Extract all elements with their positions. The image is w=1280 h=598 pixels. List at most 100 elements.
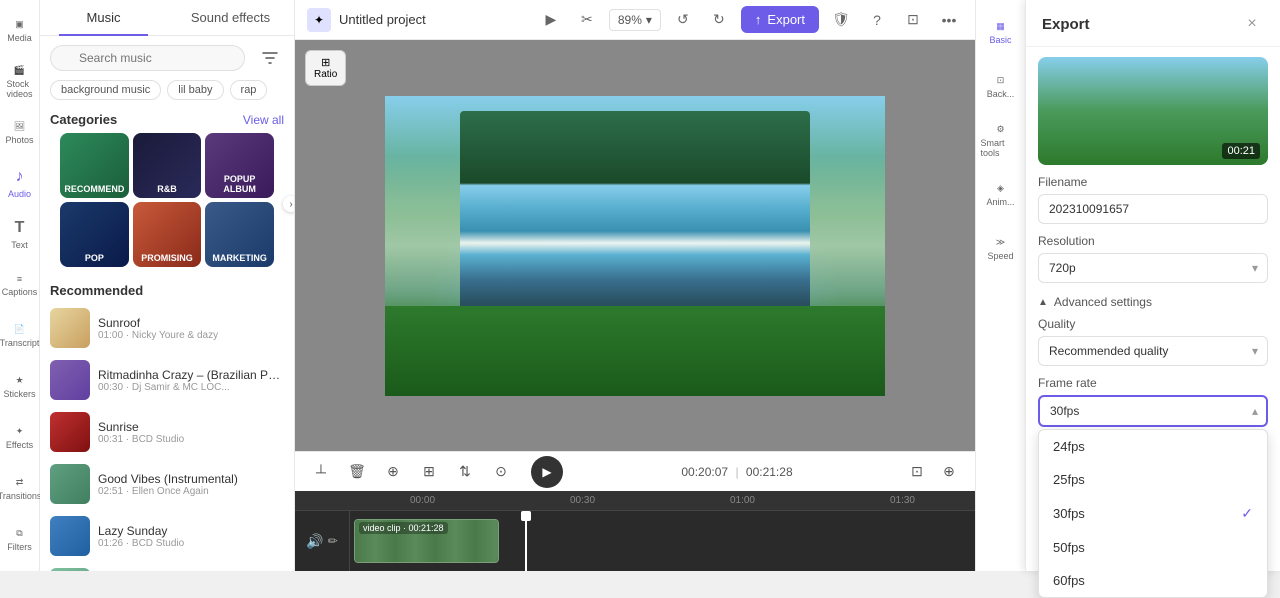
play-button-top[interactable]: ▶ <box>537 6 565 34</box>
project-icon: ✦ <box>307 8 331 32</box>
clip-button[interactable]: ✂ <box>573 6 601 34</box>
play-pause-button[interactable]: ▶ <box>531 456 563 488</box>
shield-icon[interactable]: 🛡 <box>827 6 855 34</box>
share-icon[interactable]: ⊡ <box>899 6 927 34</box>
export-button[interactable]: ↑ Export <box>741 6 819 33</box>
sidebar-item-filters[interactable]: ⧉ Filters <box>2 516 38 563</box>
resolution-label: Resolution <box>1038 234 1268 248</box>
track-name-2: Ritmadinha Crazy – (Brazilian Phonk) <box>98 368 284 382</box>
ruler-mark-3: 01:30 <box>890 495 915 506</box>
bottom-right-actions: ⊡ ⊕ <box>903 458 963 486</box>
track-trap-mafia[interactable]: Trap Mafia <box>40 562 294 571</box>
fps-option-25[interactable]: 25fps <box>1039 463 1267 496</box>
sidebar-item-transitions[interactable]: ⇄ Transitions <box>2 465 38 512</box>
track-lazy-sunday[interactable]: Lazy Sunday 01:26 · BCD Studio <box>40 510 294 562</box>
crop-button[interactable]: ⊞ <box>415 458 443 486</box>
tag-lil-baby[interactable]: lil baby <box>167 80 223 100</box>
track-sunroof[interactable]: Sunroof 01:00 · Nicky Youre & dazy <box>40 302 294 354</box>
edit-clip-button[interactable]: ✏ <box>328 534 338 548</box>
filters-icon: ⧉ <box>16 528 22 539</box>
view-all-link[interactable]: View all <box>243 113 284 127</box>
track-thumb-4 <box>50 464 90 504</box>
tag-row: background music lil baby rap <box>40 80 294 108</box>
sidebar-right-basic[interactable]: ▦ Basic <box>981 8 1021 58</box>
search-wrapper: 🔍 <box>50 45 250 71</box>
track-ritmadinha[interactable]: Ritmadinha Crazy – (Brazilian Phonk) 00:… <box>40 354 294 406</box>
mute-button[interactable]: 🔊 <box>306 533 323 550</box>
framerate-label: Frame rate <box>1038 376 1268 390</box>
sidebar-item-transcript[interactable]: 📄 Transcript <box>2 313 38 360</box>
track-thumb-3 <box>50 412 90 452</box>
help-icon[interactable]: ? <box>863 6 891 34</box>
sidebar-item-stock[interactable]: 🎬 Stockvideos <box>2 59 38 106</box>
track-sunrise[interactable]: Sunrise 00:31 · BCD Studio <box>40 406 294 458</box>
preview-duration: 00:21 <box>1222 143 1260 159</box>
category-recommend[interactable]: RECOMMEND <box>60 133 129 198</box>
category-promising[interactable]: PROMISING <box>133 202 202 267</box>
sidebar-item-audio[interactable]: ♪ Audio <box>2 160 38 207</box>
sidebar-right-anim[interactable]: ◈ Anim... <box>981 170 1021 220</box>
video-frame <box>385 96 885 396</box>
fps-option-30[interactable]: 30fps ✓ <box>1039 496 1267 531</box>
sidebar-item-captions[interactable]: ≡ Captions <box>2 262 38 309</box>
track-name-1: Sunroof <box>98 316 284 330</box>
categories-next-btn[interactable]: › <box>283 196 295 212</box>
sidebar-right-smart[interactable]: ⚙ Smart tools <box>981 116 1021 166</box>
filter-button[interactable] <box>256 44 284 72</box>
track-name-3: Sunrise <box>98 420 284 434</box>
framerate-field: Frame rate 30fps ▴ 24fps 25fps 30fps ✓ 5 <box>1026 376 1280 433</box>
category-label-rb: R&B <box>133 180 202 198</box>
filename-input[interactable] <box>1038 194 1268 224</box>
sidebar-item-text[interactable]: T Text <box>2 211 38 258</box>
project-name: Untitled project <box>339 12 529 27</box>
search-input[interactable] <box>50 45 245 71</box>
category-popup[interactable]: POPUP ALBUM <box>205 133 274 198</box>
sidebar-item-effects[interactable]: ✦ Effects <box>2 415 38 462</box>
canvas-area: ⊞ Ratio <box>295 40 975 451</box>
delete-button[interactable]: 🗑 <box>343 458 371 486</box>
video-clip[interactable]: video clip · 00:21:28 <box>354 519 499 563</box>
split-button[interactable]: ⊕ <box>379 458 407 486</box>
fps-option-50[interactable]: 50fps <box>1039 531 1267 564</box>
fps-option-60[interactable]: 60fps <box>1039 564 1267 597</box>
resolution-select[interactable]: 720p <box>1038 253 1268 283</box>
zoom-out-timeline[interactable]: ⊡ <box>903 458 931 486</box>
undo-button[interactable]: ↺ <box>669 6 697 34</box>
sidebar-item-media[interactable]: ▣ Media <box>2 8 38 55</box>
tab-sound-effects[interactable]: Sound effects <box>167 0 294 35</box>
export-close-button[interactable]: × <box>1240 12 1264 36</box>
background-label: Back... <box>987 89 1015 99</box>
basic-label: Basic <box>989 35 1011 45</box>
timeline-track[interactable]: video clip · 00:21:28 <box>350 511 975 571</box>
zoom-in-timeline[interactable]: ⊕ <box>935 458 963 486</box>
filename-label: Filename <box>1038 175 1268 189</box>
quality-select[interactable]: Recommended quality <box>1038 336 1268 366</box>
zoom-indicator[interactable]: 89% ▾ <box>609 9 661 31</box>
sidebar-right-speed[interactable]: ≫ Speed <box>981 224 1021 274</box>
sidebar-item-stickers[interactable]: ★ Stickers <box>2 364 38 411</box>
search-row: 🔍 <box>40 36 294 80</box>
category-rb[interactable]: R&B <box>133 133 202 198</box>
flip-button[interactable]: ⇅ <box>451 458 479 486</box>
sidebar-item-photos[interactable]: 🖼 Photos <box>2 110 38 157</box>
more-options-icon[interactable]: ••• <box>935 6 963 34</box>
redo-button[interactable]: ↻ <box>705 6 733 34</box>
more-button[interactable]: ⊙ <box>487 458 515 486</box>
track-meta-5: 01:26 · BCD Studio <box>98 538 284 549</box>
export-panel: Export × 00:21 Filename Resolution 720p … <box>1025 0 1280 571</box>
sidebar-right-background[interactable]: ⊡ Back... <box>981 62 1021 112</box>
tag-background-music[interactable]: background music <box>50 80 161 100</box>
tag-rap[interactable]: rap <box>230 80 268 100</box>
advanced-settings-toggle[interactable]: ▲ Advanced settings <box>1026 293 1280 317</box>
tab-music[interactable]: Music <box>40 0 167 35</box>
audio-icon: ♪ <box>16 168 24 186</box>
trim-button[interactable]: ┴ <box>307 458 335 486</box>
category-pop[interactable]: POP <box>60 202 129 267</box>
resolution-select-wrapper: 720p ▾ <box>1038 253 1268 283</box>
fps-option-24[interactable]: 24fps <box>1039 430 1267 463</box>
category-marketing[interactable]: MARKETING <box>205 202 274 267</box>
framerate-select[interactable]: 30fps <box>1038 395 1268 427</box>
ratio-button[interactable]: ⊞ Ratio <box>305 50 346 86</box>
track-good-vibes[interactable]: Good Vibes (Instrumental) 02:51 · Ellen … <box>40 458 294 510</box>
playhead-handle[interactable] <box>521 511 531 521</box>
